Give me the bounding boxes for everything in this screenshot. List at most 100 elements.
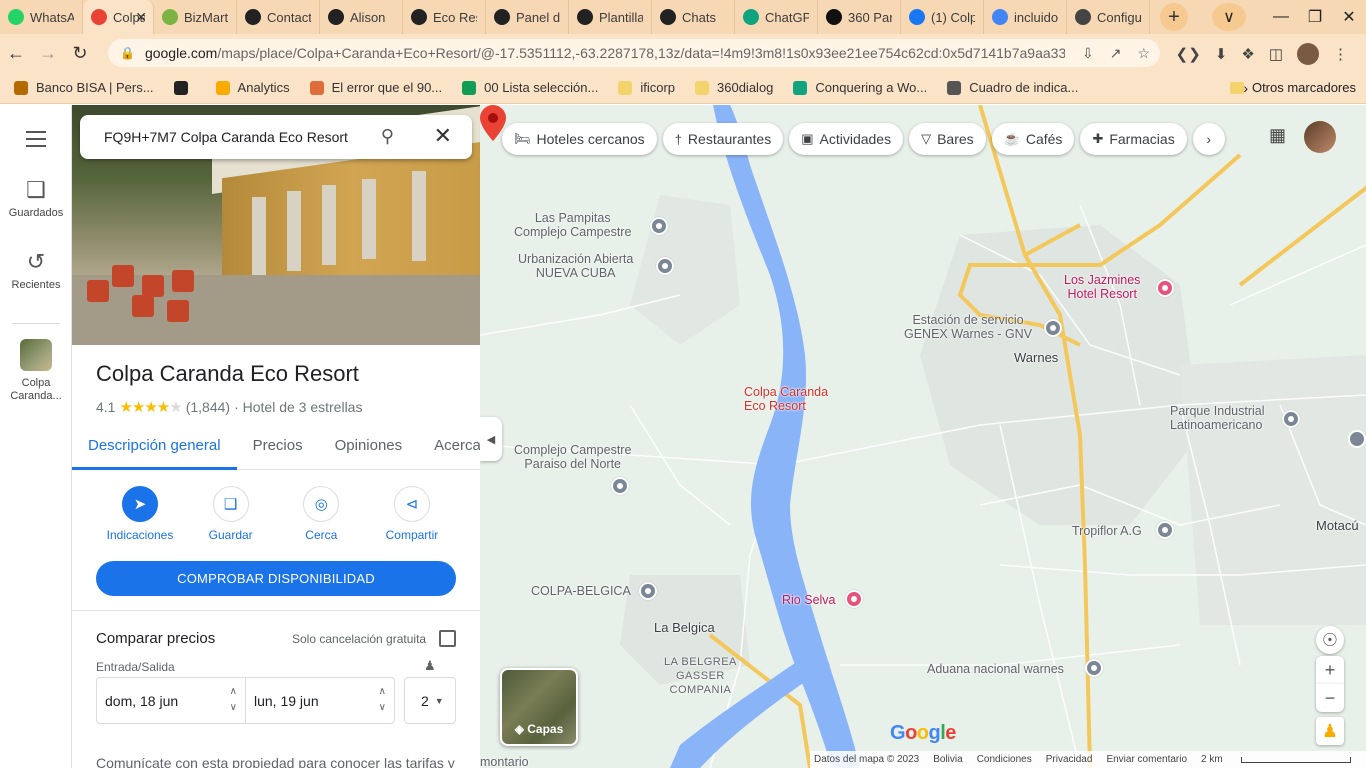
bookmark-item[interactable]: Banco BISA | Pers... xyxy=(14,80,154,95)
save-button[interactable]: ❑ Guardar xyxy=(187,486,275,542)
pin-los-jazmines[interactable] xyxy=(1156,279,1174,297)
bookmark-item[interactable]: Conquering a Wo... xyxy=(793,80,927,95)
label-montario[interactable]: montario xyxy=(480,755,529,768)
browser-tab[interactable]: WhatsApp xyxy=(0,0,83,34)
label-los-jazmines[interactable]: Los Jazmines Hotel Resort xyxy=(1064,273,1140,301)
label-motacu[interactable]: Motacú xyxy=(1316,519,1359,533)
search-box[interactable]: FQ9H+7M7 Colpa Caranda Eco Resort ⚲ ✕ xyxy=(80,115,472,159)
checkout-field[interactable]: lun, 19 jun ∧ ∨ xyxy=(246,678,394,723)
tab-overview[interactable]: Descripción general xyxy=(72,427,237,470)
url-bar[interactable]: 🔒 google.com/maps/place/Colpa+Caranda+Ec… xyxy=(108,39,1160,67)
chip-hoteles-cercanos[interactable]: 🛏 Hoteles cercanos xyxy=(502,123,657,155)
label-nueva-cuba[interactable]: Urbanización Abierta NUEVA CUBA xyxy=(518,252,633,280)
tab-reviews[interactable]: Opiniones xyxy=(319,427,419,470)
pin-colpa-belgica[interactable] xyxy=(639,582,657,600)
label-genex[interactable]: Estación de servicio GENEX Warnes - GNV xyxy=(904,313,1032,341)
sidepanel-icon[interactable]: ◫ xyxy=(1269,45,1283,63)
bookmark-item[interactable]: Analytics xyxy=(215,80,290,95)
layers-button[interactable]: ◈ Capas xyxy=(500,668,578,746)
checkin-field[interactable]: dom, 18 jun ∧ ∨ xyxy=(97,678,246,723)
bookmark-star-icon[interactable]: ☆ xyxy=(1137,45,1150,62)
pin-rio-selva[interactable] xyxy=(845,590,863,608)
bookmark-item[interactable]: ificorp xyxy=(618,80,675,95)
pin-aduana[interactable] xyxy=(1085,659,1103,677)
pin-nueva-cuba[interactable] xyxy=(656,257,674,275)
browser-tab[interactable]: Chats xyxy=(652,0,735,34)
chip-restaurantes[interactable]: † Restaurantes xyxy=(662,123,784,155)
share-icon[interactable]: ↗ xyxy=(1110,45,1122,62)
pin-paraiso-norte[interactable] xyxy=(611,477,629,495)
label-parque-industrial[interactable]: Parque Industrial Latinoamericano xyxy=(1170,404,1265,432)
apps-grid-icon[interactable]: ▦ xyxy=(1269,125,1286,146)
date-stepper-icon[interactable]: ∧ ∨ xyxy=(230,684,237,716)
label-las-pampitas[interactable]: Las Pampitas Complejo Campestre xyxy=(514,211,631,239)
browser-tab[interactable]: Configuración xyxy=(1067,0,1150,34)
label-tropiflor[interactable]: Tropiflor A.G xyxy=(1072,524,1142,538)
new-tab-icon[interactable]: + xyxy=(1160,3,1188,31)
close-window-icon[interactable]: ✕ xyxy=(1332,7,1366,27)
label-colpa-caranda[interactable]: Colpa Caranda Eco Resort xyxy=(744,385,828,413)
bookmark-item[interactable] xyxy=(173,80,196,95)
browser-tab[interactable]: Eco Resort xyxy=(403,0,486,34)
minimize-icon[interactable]: — xyxy=(1264,8,1298,26)
pin-offscreen[interactable] xyxy=(1348,430,1366,448)
chip-actividades[interactable]: ▣ Actividades xyxy=(789,123,904,155)
scale-label[interactable]: 2 km xyxy=(1201,754,1223,765)
my-location-icon[interactable]: ☉ xyxy=(1316,626,1344,654)
zoom-out-button[interactable]: − xyxy=(1316,684,1344,712)
bookmark-item[interactable]: 00 Lista selección... xyxy=(462,80,598,95)
browser-tab[interactable]: incluido xyxy=(984,0,1067,34)
browser-tab[interactable]: Contacto xyxy=(237,0,320,34)
browser-tab[interactable]: Panel de control xyxy=(486,0,569,34)
tab-search-icon[interactable]: ∨ xyxy=(1212,3,1246,31)
pin-parque-industrial[interactable] xyxy=(1282,410,1300,428)
label-colpa-belgica[interactable]: COLPA-BELGICA xyxy=(531,584,631,598)
directions-button[interactable]: ➤ Indicaciones xyxy=(96,486,184,542)
browser-tab[interactable]: BizMart xyxy=(154,0,237,34)
pin-tropiflor[interactable] xyxy=(1156,521,1174,539)
profile-avatar[interactable] xyxy=(1297,43,1319,65)
collapse-panel-button[interactable]: ◀ xyxy=(480,417,502,461)
browser-tab[interactable]: Colpa Caranda Eco Resort✕ xyxy=(83,0,154,34)
browser-tab[interactable]: 360 Panel xyxy=(818,0,901,34)
free-cancellation-checkbox[interactable] xyxy=(439,630,456,647)
browser-tab[interactable]: Alison xyxy=(320,0,403,34)
label-aduana[interactable]: Aduana nacional warnes xyxy=(927,662,1064,676)
share-button[interactable]: ⊲ Compartir xyxy=(368,486,456,542)
puzzle-extensions-icon[interactable]: ❖ xyxy=(1241,45,1254,63)
bookmark-item[interactable]: 360dialog xyxy=(695,80,773,95)
forward-icon[interactable]: → xyxy=(32,43,64,64)
bookmark-item[interactable]: El error que el 90... xyxy=(309,80,442,95)
label-rio-selva[interactable]: Rio Selva xyxy=(782,593,836,607)
country-link[interactable]: Bolivia xyxy=(933,754,962,765)
date-stepper-icon[interactable]: ∧ ∨ xyxy=(379,684,386,716)
label-la-belgica[interactable]: La Belgica xyxy=(654,621,715,635)
label-la-belgrea[interactable]: LA BELGREA GASSER COMPANIA xyxy=(664,655,737,697)
place-photo[interactable]: FQ9H+7M7 Colpa Caranda Eco Resort ⚲ ✕ xyxy=(72,105,480,345)
chips-next-icon[interactable]: › xyxy=(1192,123,1225,155)
chip-farmacias[interactable]: ✚ Farmacias xyxy=(1080,123,1187,155)
check-availability-button[interactable]: COMPROBAR DISPONIBILIDAD xyxy=(96,561,456,596)
chip-bares[interactable]: ▽ Bares xyxy=(909,123,986,155)
tab-prices[interactable]: Precios xyxy=(237,427,319,470)
browser-tab[interactable]: ChatGPT xyxy=(735,0,818,34)
terms-link[interactable]: Condiciones xyxy=(977,754,1032,765)
pin-las-pampitas[interactable] xyxy=(650,217,668,235)
guests-select[interactable]: 2 ▼ xyxy=(404,677,456,724)
label-warnes[interactable]: Warnes xyxy=(1014,351,1058,365)
selected-place-pin-icon[interactable] xyxy=(480,105,506,141)
zoom-in-button[interactable]: + xyxy=(1316,656,1344,684)
other-bookmarks[interactable]: Otros marcadores xyxy=(1229,80,1356,95)
chip-cafés[interactable]: ☕ Cafés xyxy=(991,123,1075,155)
label-paraiso-norte[interactable]: Complejo Campestre Paraiso del Norte xyxy=(514,443,631,471)
pin-genex[interactable] xyxy=(1044,319,1062,337)
account-avatar[interactable] xyxy=(1304,121,1336,153)
search-icon[interactable]: ⚲ xyxy=(381,126,394,147)
tab-about[interactable]: Acerca de xyxy=(418,427,480,470)
browser-tab[interactable]: Plantilla xyxy=(569,0,652,34)
download-extension-icon[interactable]: ⬇ xyxy=(1215,45,1228,63)
privacy-link[interactable]: Privacidad xyxy=(1046,754,1093,765)
install-icon[interactable]: ⇩ xyxy=(1082,45,1094,62)
maximize-icon[interactable]: ❐ xyxy=(1298,7,1332,27)
recent-button[interactable]: ↺ Recientes xyxy=(0,249,72,291)
